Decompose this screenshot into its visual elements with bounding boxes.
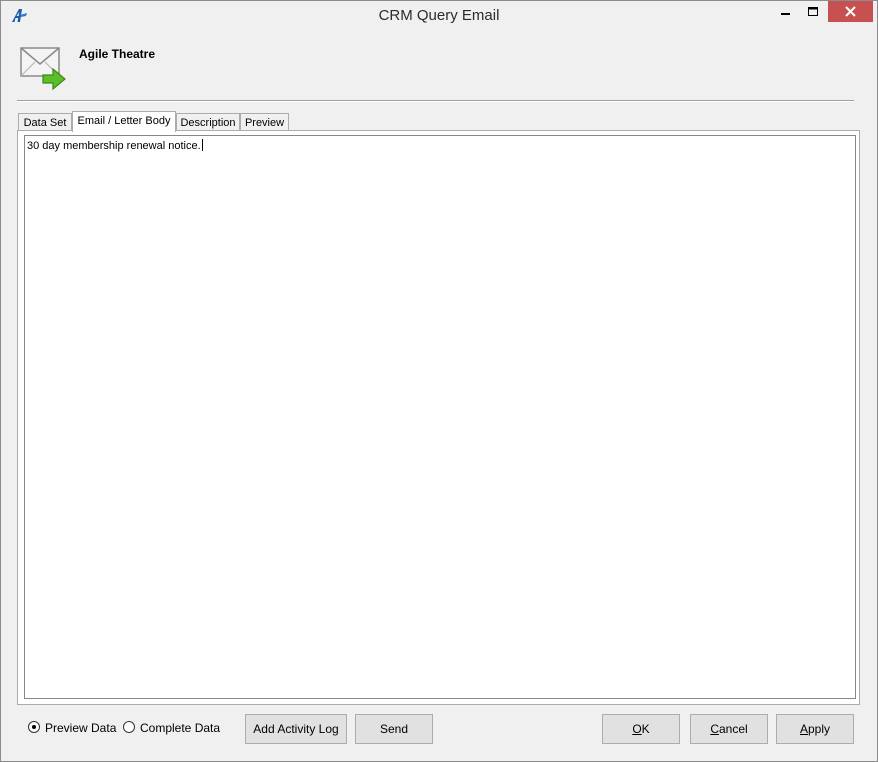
- cancel-label-rest: ancel: [718, 722, 748, 736]
- tab-label: Data Set: [23, 117, 67, 129]
- title-bar[interactable]: CRM Query Email: [1, 1, 877, 31]
- apply-button[interactable]: Apply: [776, 714, 854, 744]
- tab-description[interactable]: Description: [176, 113, 240, 131]
- radio-selected-dot: [32, 725, 36, 729]
- tab-label: Description: [180, 117, 236, 129]
- email-body-textarea[interactable]: 30 day membership renewal notice.: [24, 135, 856, 699]
- tab-data-set[interactable]: Data Set: [18, 113, 72, 131]
- ok-mnemonic: O: [632, 722, 642, 736]
- add-activity-log-button[interactable]: Add Activity Log: [245, 714, 347, 744]
- cancel-button[interactable]: Cancel: [690, 714, 768, 744]
- tab-label: Preview: [244, 117, 285, 129]
- maximize-button[interactable]: [800, 1, 826, 22]
- tab-label: Email / Letter Body: [77, 115, 171, 127]
- tab-preview[interactable]: Preview: [240, 113, 289, 131]
- tab-email-letter-body[interactable]: Email / Letter Body: [72, 111, 176, 132]
- maximize-icon: [808, 7, 818, 16]
- email-body-text: 30 day membership renewal notice.: [27, 140, 201, 152]
- header-divider: [17, 100, 854, 102]
- radio-preview-data[interactable]: Preview Data: [28, 720, 118, 736]
- radio-label: Preview Data: [45, 721, 117, 735]
- crm-query-email-dialog: CRM Query Email Agile Theatre Data Set E…: [0, 0, 878, 762]
- radio-button[interactable]: [28, 721, 40, 733]
- ok-label-rest: K: [641, 722, 650, 736]
- text-caret: [201, 139, 203, 151]
- close-icon: [845, 6, 856, 17]
- close-button[interactable]: [828, 1, 873, 22]
- send-button[interactable]: Send: [355, 714, 433, 744]
- radio-label: Complete Data: [140, 721, 221, 735]
- apply-mnemonic: A: [799, 722, 808, 736]
- ok-button[interactable]: OK: [602, 714, 680, 744]
- email-send-icon: [20, 47, 66, 91]
- minimize-icon: [781, 13, 790, 15]
- window-title: CRM Query Email: [378, 7, 500, 24]
- cancel-mnemonic: C: [710, 722, 719, 736]
- radio-button[interactable]: [123, 721, 135, 733]
- minimize-button[interactable]: [773, 1, 799, 22]
- apply-label-rest: pply: [808, 722, 831, 736]
- header-title: Agile Theatre: [79, 47, 156, 61]
- radio-complete-data[interactable]: Complete Data: [123, 720, 221, 736]
